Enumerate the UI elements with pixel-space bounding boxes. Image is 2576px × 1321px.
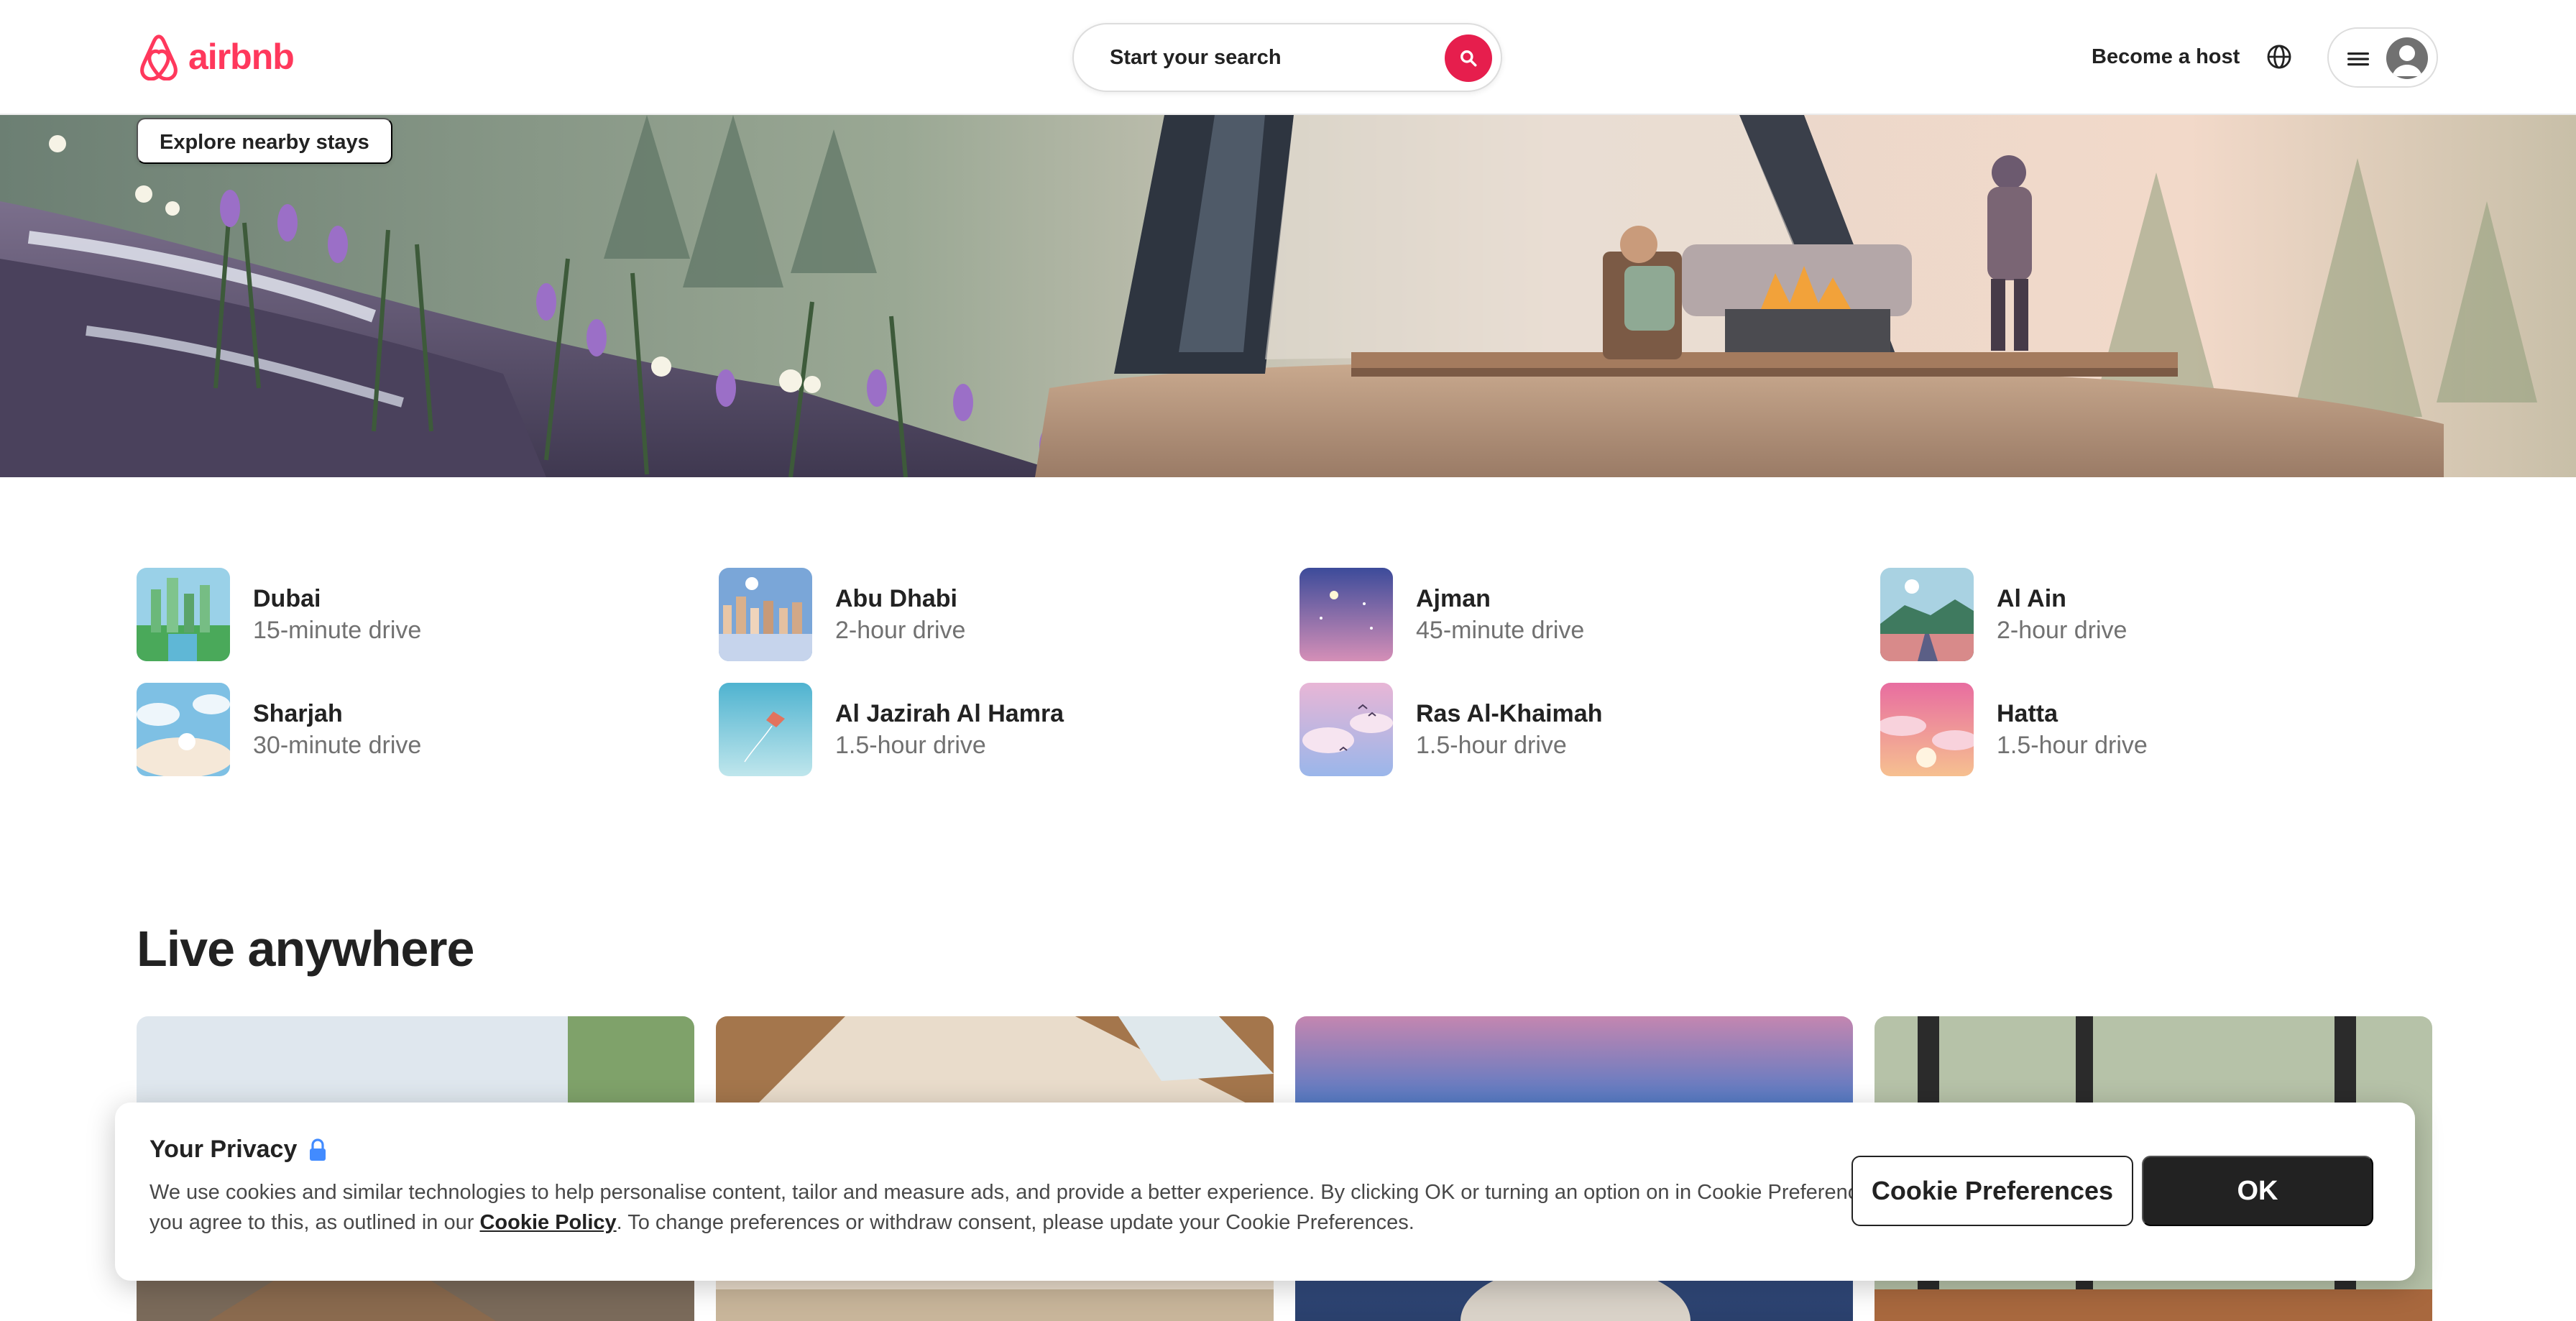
search-placeholder[interactable]: Start your search bbox=[1110, 46, 1282, 70]
cookie-policy-link[interactable]: Cookie Policy bbox=[479, 1211, 616, 1234]
destination-item[interactable]: Al Jazirah Al Hamra 1.5-hour drive bbox=[719, 683, 1064, 776]
destination-city: Dubai bbox=[253, 585, 321, 612]
hero-illustration bbox=[0, 115, 2576, 477]
destination-drive-time: 2-hour drive bbox=[835, 617, 966, 644]
destination-city: Ajman bbox=[1416, 585, 1491, 612]
cookie-title-text: Your Privacy bbox=[150, 1136, 298, 1163]
cookie-body-text-end: . To change preferences or withdraw cons… bbox=[616, 1211, 1414, 1234]
explore-nearby-stays-button[interactable]: Explore nearby stays bbox=[137, 118, 392, 164]
destination-drive-time: 2-hour drive bbox=[1997, 617, 2128, 644]
destination-item[interactable]: Abu Dhabi 2-hour drive bbox=[719, 568, 965, 661]
destination-drive-time: 30-minute drive bbox=[253, 732, 422, 759]
destination-item[interactable]: Ajman 45-minute drive bbox=[1300, 568, 1584, 661]
cookie-consent-banner: Your Privacy We use cookies and similar … bbox=[115, 1103, 2415, 1281]
destination-city: Hatta bbox=[1997, 700, 2058, 727]
destination-drive-time: 1.5-hour drive bbox=[1416, 732, 1567, 759]
cookie-banner-title: Your Privacy bbox=[150, 1136, 327, 1164]
destination-thumbnail bbox=[1880, 683, 1974, 776]
cookie-banner-text: We use cookies and similar technologies … bbox=[150, 1177, 1903, 1238]
menu-icon bbox=[2347, 52, 2369, 66]
search-button[interactable] bbox=[1445, 34, 1492, 82]
destination-item[interactable]: Ras Al-Khaimah 1.5-hour drive bbox=[1300, 683, 1602, 776]
lock-icon bbox=[310, 1138, 326, 1161]
avatar bbox=[2386, 37, 2428, 79]
live-anywhere-heading: Live anywhere bbox=[137, 921, 474, 977]
destination-city: Al Ain bbox=[1997, 585, 2066, 612]
destination-thumbnail bbox=[1880, 568, 1974, 661]
become-a-host-link[interactable]: Become a host bbox=[2092, 45, 2240, 69]
cookie-preferences-button[interactable]: Cookie Preferences bbox=[1852, 1156, 2133, 1226]
destination-drive-time: 1.5-hour drive bbox=[835, 732, 986, 759]
destination-drive-time: 45-minute drive bbox=[1416, 617, 1585, 644]
destination-thumbnail bbox=[1300, 683, 1393, 776]
destination-thumbnail bbox=[1300, 568, 1393, 661]
user-icon bbox=[2392, 45, 2422, 76]
airbnb-logo[interactable]: airbnb bbox=[137, 33, 295, 80]
user-menu-button[interactable] bbox=[2327, 27, 2438, 88]
destination-item[interactable]: Hatta 1.5-hour drive bbox=[1880, 683, 2148, 776]
destination-drive-time: 15-minute drive bbox=[253, 617, 422, 644]
destination-thumbnail bbox=[137, 683, 230, 776]
destination-thumbnail bbox=[137, 568, 230, 661]
destination-city: Abu Dhabi bbox=[835, 585, 957, 612]
destination-city: Ras Al-Khaimah bbox=[1416, 700, 1603, 727]
destination-thumbnail bbox=[719, 683, 812, 776]
logo-wordmark: airbnb bbox=[188, 37, 295, 77]
destination-city: Sharjah bbox=[253, 700, 343, 727]
destination-drive-time: 1.5-hour drive bbox=[1997, 732, 2148, 759]
destination-city: Al Jazirah Al Hamra bbox=[835, 700, 1064, 727]
top-header: airbnb Start your search Become a host bbox=[0, 0, 2576, 115]
hero-banner-image bbox=[0, 115, 2576, 477]
search-icon bbox=[1460, 50, 1477, 67]
destination-item[interactable]: Sharjah 30-minute drive bbox=[137, 683, 421, 776]
globe-icon bbox=[2267, 45, 2291, 69]
search-bar[interactable]: Start your search bbox=[1072, 23, 1502, 92]
destination-item[interactable]: Dubai 15-minute drive bbox=[137, 568, 421, 661]
destination-item[interactable]: Al Ain 2-hour drive bbox=[1880, 568, 2127, 661]
language-button[interactable] bbox=[2266, 43, 2293, 74]
destination-thumbnail bbox=[719, 568, 812, 661]
airbnb-logo-icon bbox=[140, 34, 178, 80]
cookie-ok-button[interactable]: OK bbox=[2142, 1156, 2373, 1226]
